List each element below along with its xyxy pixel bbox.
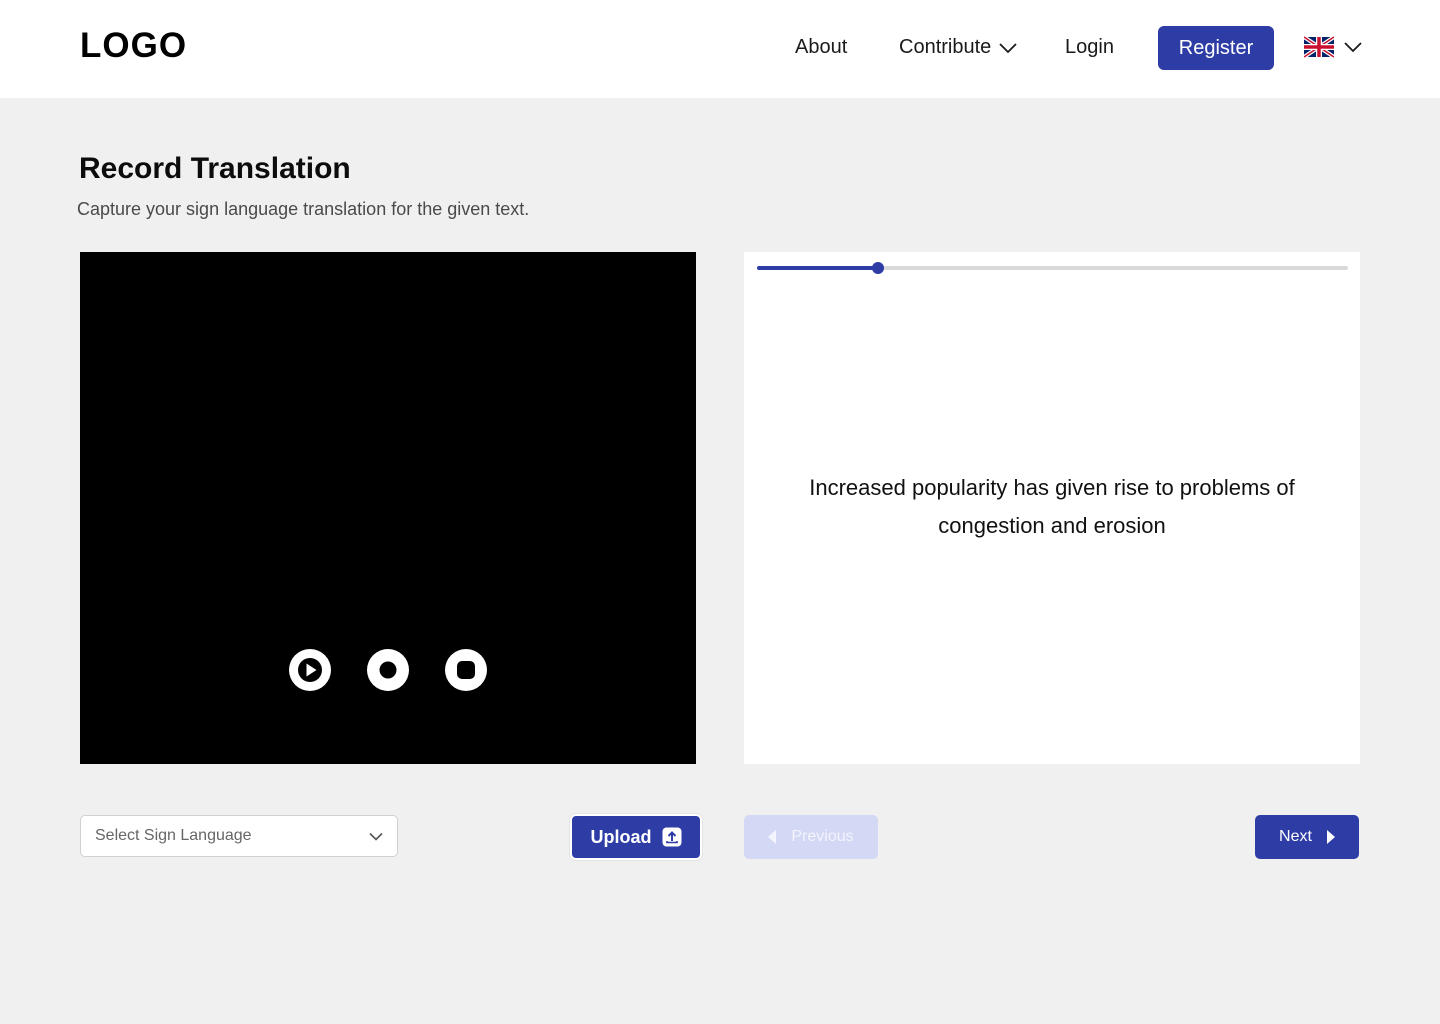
upload-icon: [662, 827, 681, 847]
prompt-text-panel: Increased popularity has given rise to p…: [744, 252, 1360, 764]
video-recorder-panel: [80, 252, 696, 764]
logo[interactable]: LOGO: [80, 26, 187, 66]
sign-language-select-placeholder: Select Sign Language: [95, 827, 252, 844]
chevron-down-icon: [369, 832, 383, 841]
chevron-down-icon: [1344, 42, 1362, 53]
previous-label: Previous: [791, 828, 854, 845]
record-icon: [379, 661, 397, 679]
next-button[interactable]: Next: [1255, 815, 1359, 859]
progress-fill: [757, 266, 879, 270]
caret-right-icon: [1326, 830, 1335, 844]
upload-label: Upload: [590, 826, 652, 847]
nav-login-link[interactable]: Login: [1065, 36, 1114, 59]
upload-button[interactable]: Upload: [570, 814, 702, 860]
nav-contribute-label: Contribute: [899, 36, 992, 58]
uk-flag-icon: [1304, 36, 1334, 58]
stop-button[interactable]: [445, 649, 487, 691]
nav-contribute-dropdown[interactable]: Contribute: [899, 36, 1017, 59]
language-selector[interactable]: [1304, 36, 1362, 58]
play-icon: [298, 658, 322, 682]
page-subtitle: Capture your sign language translation f…: [77, 199, 530, 219]
register-button[interactable]: Register: [1158, 26, 1274, 70]
previous-button[interactable]: Previous: [744, 815, 878, 859]
page-title: Record Translation: [79, 152, 351, 185]
record-button[interactable]: [367, 649, 409, 691]
top-nav-bar: LOGO About Contribute Login Register: [0, 0, 1440, 98]
progress-slider[interactable]: [757, 262, 1348, 274]
stop-icon: [457, 661, 475, 679]
progress-handle[interactable]: [872, 262, 885, 274]
caret-left-icon: [768, 830, 777, 844]
next-label: Next: [1279, 828, 1312, 845]
nav-about-link[interactable]: About: [795, 36, 847, 59]
chevron-down-icon: [999, 42, 1017, 53]
play-button[interactable]: [289, 649, 331, 691]
prompt-sentence: Increased popularity has given rise to p…: [809, 475, 1295, 538]
sign-language-select[interactable]: Select Sign Language: [80, 815, 398, 857]
